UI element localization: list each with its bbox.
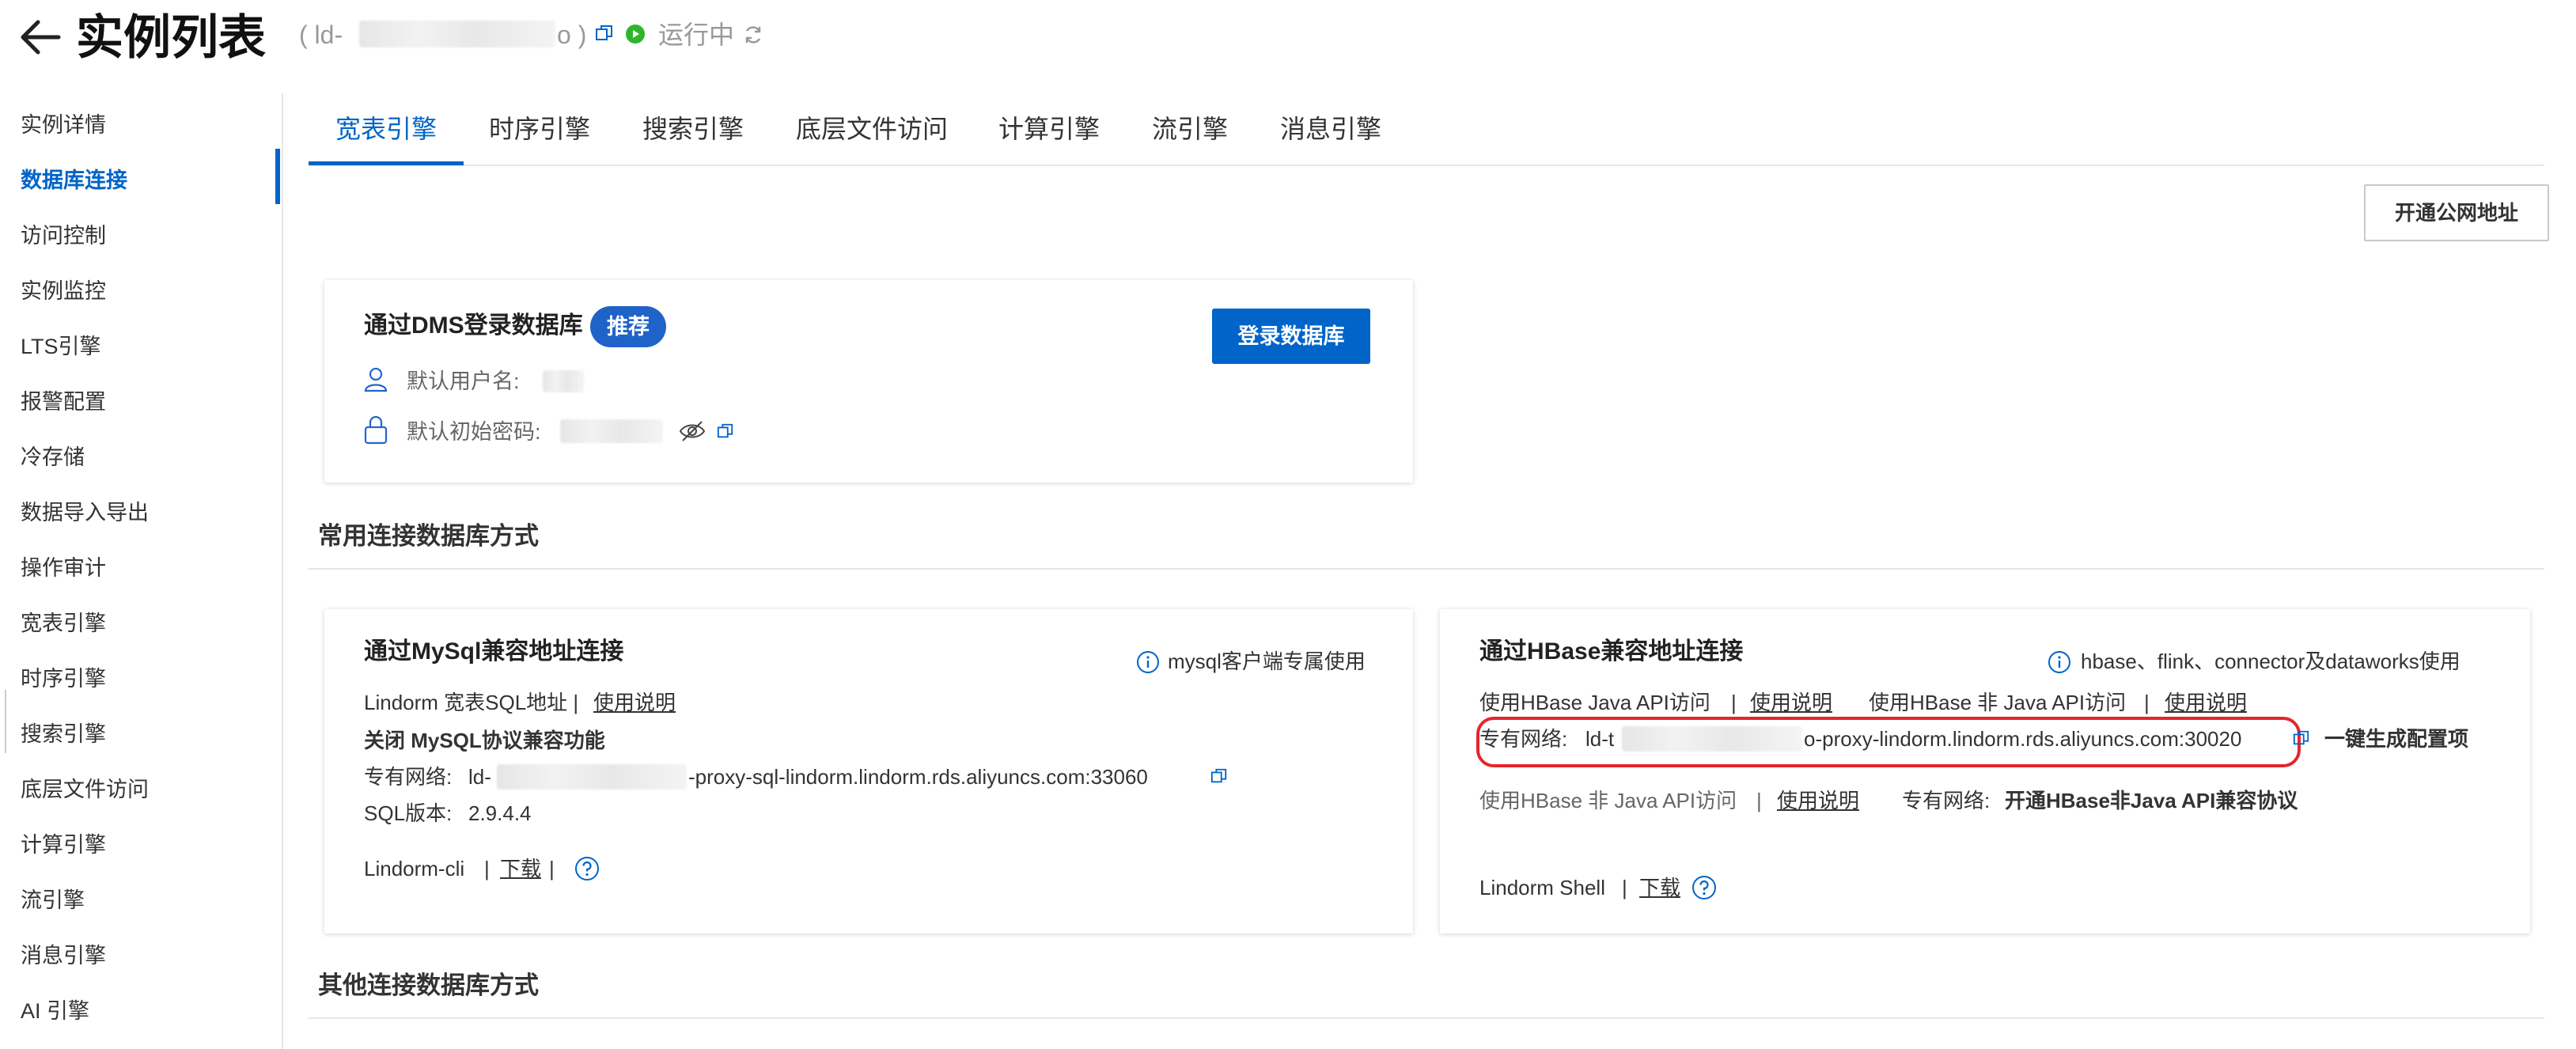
copy-hbase-address-icon[interactable] — [2293, 729, 2310, 747]
lindorm-shell-label: Lindorm Shell — [1479, 876, 1605, 899]
instance-id-redacted — [359, 21, 555, 47]
separator: | — [2144, 691, 2150, 714]
mysql-sql-address-label: Lindorm 宽表SQL地址 | — [364, 691, 579, 714]
instance-id-prefix: ( ld- — [299, 21, 343, 49]
hbase-non-java-api-label: 使用HBase 非 Java API访问 — [1869, 691, 2127, 714]
lock-icon — [362, 415, 389, 445]
hbase-non-java-usage-link-2[interactable]: 使用说明 — [1777, 785, 1859, 816]
enable-non-java-protocol-link[interactable]: 开通HBase非Java API兼容协议 — [2005, 785, 2298, 816]
sidebar-item-compute-engine[interactable]: 计算引擎 — [21, 829, 106, 861]
mysql-vpc-suffix: -proxy-sql-lindorm.lindorm.rds.aliyuncs.… — [688, 765, 1148, 789]
sidebar-collapse-handle[interactable] — [0, 690, 6, 753]
separator: | — [1622, 876, 1627, 899]
copy-mysql-address-icon[interactable] — [1210, 767, 1228, 785]
sidebar-item-message-engine[interactable]: 消息引擎 — [21, 940, 106, 971]
hbase-vpc-label: 专有网络: — [1479, 727, 1568, 751]
sidebar-item-db-connection[interactable]: 数据库连接 — [21, 165, 127, 196]
recommended-badge: 推荐 — [590, 306, 666, 347]
back-arrow-icon[interactable] — [17, 14, 63, 60]
tab-search[interactable]: 搜索引擎 — [642, 109, 744, 149]
instance-id: ( ld- — [299, 17, 343, 52]
tab-timeseries[interactable]: 时序引擎 — [489, 109, 590, 149]
close-mysql-compat-link[interactable]: 关闭 MySQL协议兼容功能 — [364, 725, 605, 756]
sidebar-item-wide-table-engine[interactable]: 宽表引擎 — [21, 608, 106, 639]
hbase-vpc-suffix: o-proxy-lindorm.lindorm.rds.aliyuncs.com… — [1804, 727, 2242, 751]
instance-id-suffix: o ) — [557, 21, 587, 49]
section-divider — [309, 568, 2544, 570]
mysql-usage-link[interactable]: 使用说明 — [593, 687, 676, 718]
sidebar-item-alarm-config[interactable]: 报警配置 — [21, 386, 106, 418]
tab-wide-table[interactable]: 宽表引擎 — [335, 109, 437, 149]
help-icon[interactable] — [574, 856, 600, 881]
sidebar-item-ai-engine[interactable]: AI 引擎 — [21, 995, 89, 1027]
login-database-button[interactable]: 登录数据库 — [1212, 309, 1370, 364]
hbase-java-usage-link[interactable]: 使用说明 — [1750, 687, 1832, 718]
hbase-vpc-redacted — [1622, 726, 1802, 752]
separator: | — [484, 857, 490, 880]
hbase-vpc-prefix: ld-t — [1585, 727, 1615, 751]
sidebar-item-file-access[interactable]: 底层文件访问 — [21, 774, 149, 805]
cli-download-link[interactable]: 下载 — [500, 853, 541, 884]
hbase-non-java-api-label-2: 使用HBase 非 Java API访问 — [1479, 789, 1737, 812]
sidebar: 实例详情 数据库连接 访问控制 实例监控 LTS引擎 报警配置 冷存储 数据导入… — [0, 93, 283, 1049]
hbase-card-title: 通过HBase兼容地址连接 — [1479, 638, 1744, 665]
default-username-label: 默认用户名: — [407, 369, 520, 393]
sidebar-item-timeseries-engine[interactable]: 时序引擎 — [21, 663, 106, 695]
help-icon[interactable] — [1691, 875, 1717, 900]
page-title: 实例列表 — [76, 11, 266, 64]
tab-file-access[interactable]: 底层文件访问 — [796, 109, 948, 149]
sql-version-label: SQL版本: — [364, 801, 453, 825]
dms-card-title: 通过DMS登录数据库 — [364, 312, 583, 339]
active-tab-indicator — [309, 161, 464, 165]
sidebar-item-lts-engine[interactable]: LTS引擎 — [21, 331, 101, 362]
info-icon — [2048, 650, 2071, 674]
tab-message[interactable]: 消息引擎 — [1280, 109, 1381, 149]
status-text: 运行中 — [658, 21, 735, 49]
common-connection-section-title: 常用连接数据库方式 — [318, 522, 539, 550]
password-redacted — [560, 419, 663, 443]
enable-public-address-button[interactable]: 开通公网地址 — [2364, 184, 2549, 241]
sidebar-item-import-export[interactable]: 数据导入导出 — [21, 497, 149, 528]
mysql-vpc-label: 专有网络: — [364, 765, 453, 789]
shell-download-link[interactable]: 下载 — [1639, 872, 1680, 903]
sidebar-item-cold-storage[interactable]: 冷存储 — [21, 441, 85, 473]
tab-compute[interactable]: 计算引擎 — [998, 109, 1100, 149]
info-icon — [1136, 650, 1160, 674]
other-connection-section-title: 其他连接数据库方式 — [318, 971, 539, 999]
lindorm-cli-label: Lindorm-cli — [364, 857, 465, 880]
mysql-hint: mysql客户端专属使用 — [1168, 649, 1366, 673]
sidebar-item-stream-engine[interactable]: 流引擎 — [21, 884, 85, 916]
sidebar-active-indicator — [275, 149, 280, 204]
sidebar-item-instance-details[interactable]: 实例详情 — [21, 109, 106, 141]
sql-version-value: 2.9.4.4 — [468, 801, 532, 825]
running-status-icon — [625, 24, 646, 44]
separator: | — [549, 857, 555, 880]
tab-stream[interactable]: 流引擎 — [1152, 109, 1228, 149]
hbase-vpc-label-2: 专有网络: — [1902, 789, 1991, 812]
tabs-divider — [309, 165, 2544, 166]
user-icon — [362, 365, 389, 392]
sidebar-item-monitoring[interactable]: 实例监控 — [21, 275, 106, 307]
username-redacted — [543, 370, 584, 392]
mysql-vpc-redacted — [497, 764, 687, 790]
sidebar-item-audit[interactable]: 操作审计 — [21, 552, 106, 584]
hbase-java-api-label: 使用HBase Java API访问 — [1479, 691, 1710, 714]
generate-config-link[interactable]: 一键生成配置项 — [2324, 723, 2468, 755]
copy-password-icon[interactable] — [717, 422, 734, 440]
section-divider — [309, 1017, 2544, 1019]
copy-icon[interactable] — [595, 24, 614, 43]
mysql-card-title: 通过MySql兼容地址连接 — [364, 638, 624, 665]
eye-hidden-icon[interactable] — [679, 419, 706, 443]
mysql-vpc-prefix: ld- — [468, 765, 491, 789]
sidebar-item-search-engine[interactable]: 搜索引擎 — [21, 718, 106, 750]
refresh-icon[interactable] — [742, 24, 764, 46]
sidebar-item-access-control[interactable]: 访问控制 — [21, 220, 106, 252]
separator: | — [1756, 789, 1762, 812]
separator: | — [1731, 691, 1737, 714]
hbase-hint: hbase、flink、connector及dataworks使用 — [2081, 649, 2460, 673]
hbase-non-java-usage-link[interactable]: 使用说明 — [2165, 687, 2247, 718]
default-password-label: 默认初始密码: — [407, 420, 541, 444]
